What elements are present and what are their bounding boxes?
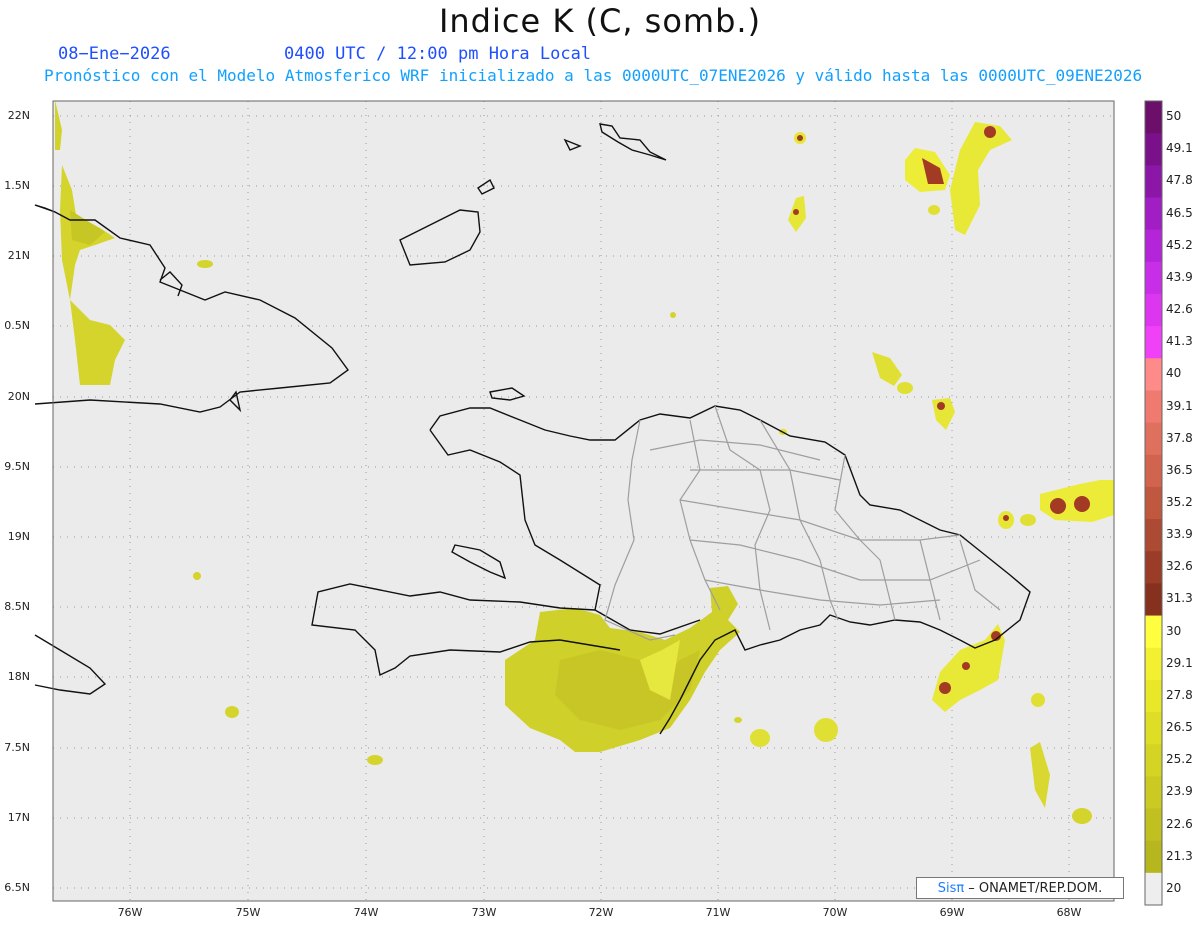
colorbar-label: 26.5 <box>1166 720 1193 735</box>
colorbar-label: 37.8 <box>1166 430 1193 445</box>
colorbar-swatch <box>1145 390 1162 424</box>
colorbar-label: 40 <box>1166 366 1182 381</box>
colorbar-label: 47.8 <box>1166 173 1193 188</box>
lat-label: 21N <box>7 249 30 262</box>
colorbar-swatch <box>1145 422 1162 456</box>
colorbar-swatch <box>1145 840 1162 874</box>
lon-label: 75W <box>235 906 261 919</box>
colorbar-swatch <box>1145 679 1162 713</box>
colorbar-label: 43.9 <box>1166 269 1193 284</box>
lat-label: 20N <box>7 390 30 403</box>
colorbar-label: 36.5 <box>1166 462 1193 477</box>
lat-label: 0.5N <box>4 319 30 332</box>
colorbar-swatch <box>1145 197 1162 231</box>
credit-text: – ONAMET/REP.DOM. <box>968 880 1103 896</box>
colorbar-swatch <box>1145 712 1162 745</box>
colorbar-label: 39.1 <box>1166 398 1193 413</box>
lat-label: 7.5N <box>4 741 30 754</box>
lon-label: 71W <box>705 906 731 919</box>
colorbar-label: 50 <box>1166 109 1182 124</box>
colorbar-swatch <box>1145 101 1162 134</box>
colorbar-swatch <box>1145 454 1162 488</box>
lat-label: 18N <box>7 670 30 683</box>
colorbar-label: 27.8 <box>1166 687 1193 702</box>
colorbar-label: 23.9 <box>1166 784 1193 799</box>
colorbar-label: 21.3 <box>1166 848 1193 863</box>
lon-label: 76W <box>117 906 143 919</box>
lat-label: 1.5N <box>4 179 30 192</box>
lon-label: 73W <box>471 906 497 919</box>
lon-label: 72W <box>588 906 614 919</box>
colorbar-label: 41.3 <box>1166 334 1193 349</box>
colorbar-label: 35.2 <box>1166 495 1193 509</box>
colorbar-swatch <box>1145 615 1162 649</box>
colorbar-label: 42.6 <box>1166 302 1193 317</box>
colorbar-swatch <box>1145 551 1162 584</box>
colorbar-label: 25.2 <box>1166 752 1193 767</box>
colorbar-swatch <box>1145 326 1162 359</box>
colorbar-swatch <box>1145 647 1162 681</box>
lat-label: 8.5N <box>4 600 30 613</box>
lon-label: 74W <box>353 906 379 919</box>
colorbar-label: 33.9 <box>1166 527 1193 542</box>
colorbar-swatch <box>1145 133 1162 166</box>
colorbar-label: 49.1 <box>1166 141 1193 156</box>
colorbar-label: 29.1 <box>1166 655 1193 670</box>
colorbar-label: 30 <box>1166 623 1182 638</box>
colorbar-swatch <box>1145 261 1162 295</box>
colorbar-label: 31.3 <box>1166 591 1193 606</box>
map-canvas <box>34 100 1163 906</box>
lat-label: 22N <box>7 109 30 122</box>
colorbar-swatch <box>1145 872 1162 906</box>
lat-label: 9.5N <box>4 460 30 473</box>
colorbar-label: 45.2 <box>1166 237 1193 252</box>
colorbar-swatch <box>1145 744 1162 777</box>
colorbar-swatch <box>1145 293 1162 327</box>
lon-label: 70W <box>822 906 848 919</box>
colorbar-swatch <box>1145 776 1162 810</box>
colorbar-swatch <box>1145 165 1162 198</box>
colorbar-label: 32.6 <box>1166 559 1193 574</box>
lon-label: 69W <box>939 906 965 919</box>
credit-box: Sisπ – ONAMET/REP.DOM. <box>916 877 1124 899</box>
colorbar-swatch <box>1145 583 1162 617</box>
sispi-logo-text: Sisπ <box>937 880 965 896</box>
lat-label: 6.5N <box>4 881 30 894</box>
colorbar <box>1145 101 1162 906</box>
colorbar-label: 20 <box>1166 880 1182 895</box>
colorbar-swatch <box>1145 358 1162 391</box>
colorbar-swatch <box>1145 808 1162 842</box>
lat-label: 19N <box>7 530 30 543</box>
colorbar-swatch <box>1145 519 1162 552</box>
colorbar-swatch <box>1145 486 1162 520</box>
colorbar-label: 46.5 <box>1166 205 1193 220</box>
lon-label: 68W <box>1056 906 1082 919</box>
colorbar-label: 22.6 <box>1166 816 1193 831</box>
lat-label: 17N <box>7 811 30 824</box>
colorbar-swatch <box>1145 229 1162 263</box>
